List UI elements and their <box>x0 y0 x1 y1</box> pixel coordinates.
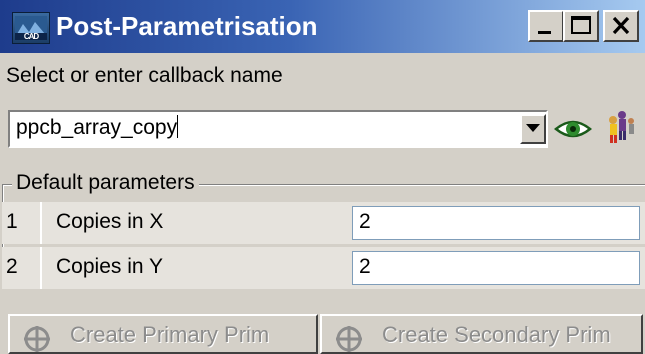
preview-button[interactable] <box>553 114 593 144</box>
minimize-button[interactable] <box>528 10 564 42</box>
close-button[interactable] <box>603 10 639 42</box>
users-icon <box>609 111 634 143</box>
title-bar[interactable]: CAD Post-Parametrisation <box>0 0 645 53</box>
row-index: 1 <box>6 210 18 233</box>
copies-x-input[interactable]: 2 <box>352 206 640 240</box>
svg-text:CAD: CAD <box>24 32 40 40</box>
row-separator <box>40 247 42 289</box>
create-secondary-prim-label: Create Secondary Prim <box>382 322 611 347</box>
row-label: Copies in X <box>56 210 164 233</box>
parameter-row-1: 1 Copies in X 2 <box>2 202 645 244</box>
group-label: Default parameters <box>12 171 199 195</box>
close-icon <box>612 16 630 35</box>
row-label: Copies in Y <box>56 255 164 278</box>
callback-combobox[interactable]: ppcb_array_copy <box>8 110 548 148</box>
create-primary-prim-button[interactable]: Create Primary Prim <box>8 314 318 354</box>
parameter-row-2: 2 Copies in Y 2 <box>2 247 645 289</box>
copies-y-input[interactable]: 2 <box>352 251 640 285</box>
create-secondary-prim-button[interactable]: Create Secondary Prim <box>320 314 643 354</box>
window-title: Post-Parametrisation <box>56 11 318 41</box>
create-primary-prim-label: Create Primary Prim <box>70 322 270 347</box>
users-button[interactable] <box>600 107 640 147</box>
text-caret <box>177 115 179 138</box>
minimize-icon <box>538 31 551 34</box>
eye-icon <box>554 120 592 138</box>
dropdown-button[interactable] <box>520 114 546 144</box>
app-icon[interactable]: CAD <box>12 12 50 44</box>
callback-prompt: Select or enter callback name <box>6 64 283 87</box>
crosshair-icon <box>336 326 362 352</box>
callback-value: ppcb_array_copy <box>16 116 178 139</box>
row-separator <box>40 202 42 244</box>
row-index: 2 <box>6 255 18 278</box>
dropdown-arrow-icon <box>526 124 540 132</box>
crosshair-icon <box>24 326 50 352</box>
maximize-icon <box>571 16 591 34</box>
maximize-button[interactable] <box>563 10 599 42</box>
